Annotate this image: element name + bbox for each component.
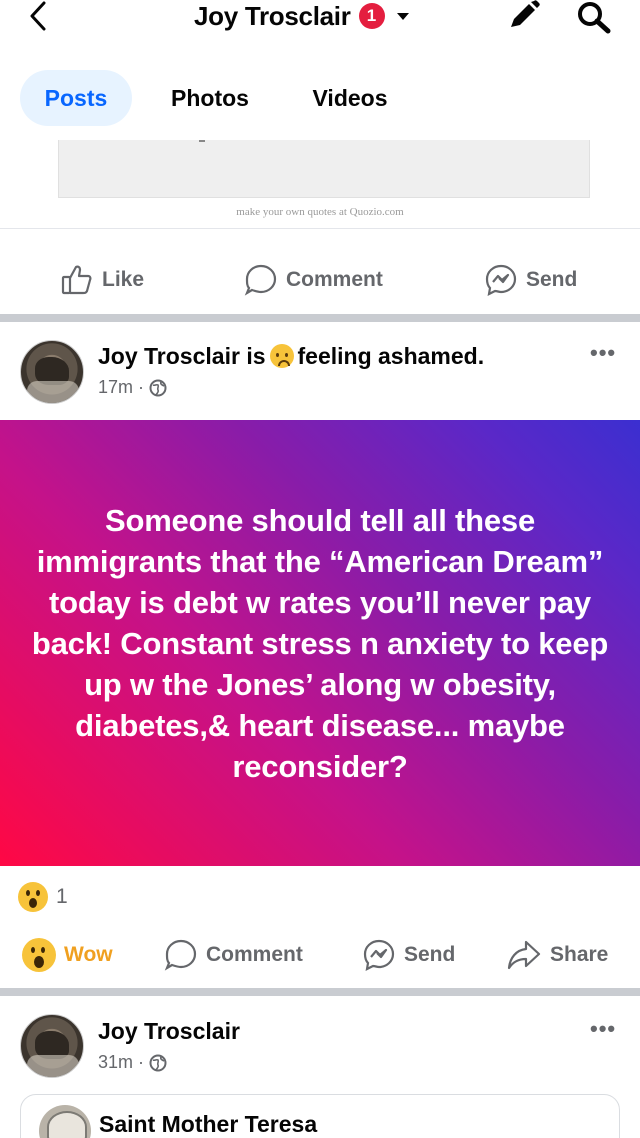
comment-label: Comment (286, 268, 383, 291)
globe-icon (149, 1054, 167, 1071)
tab-posts[interactable]: Posts (20, 70, 132, 126)
globe-icon (149, 379, 167, 396)
reaction-summary[interactable]: 1 (18, 882, 68, 912)
send-button[interactable]: Send (484, 255, 577, 305)
send-button[interactable]: Send (362, 930, 455, 980)
chevron-down-icon (396, 12, 409, 20)
timestamp-text: 31m · (98, 1052, 145, 1072)
wow-button[interactable]: Wow (22, 930, 113, 980)
previous-post-actions: Like Comment Send (0, 255, 640, 305)
back-arrow-icon[interactable] (26, 0, 50, 32)
post-separator (0, 988, 640, 996)
post-body: Someone should tell all these immigrants… (31, 502, 609, 784)
ashamed-emoji-icon (269, 344, 294, 368)
wow-label: Wow (64, 943, 113, 966)
reaction-count: 1 (56, 885, 68, 908)
avatar[interactable] (20, 1014, 84, 1078)
post-author-line: Joy Trosclair is feeling ashamed. (98, 343, 484, 370)
more-options-icon[interactable]: ••• (590, 1016, 616, 1042)
comment-bubble-icon (244, 264, 277, 296)
comment-bubble-icon (164, 939, 197, 971)
thumbs-up-icon (61, 265, 92, 295)
comment-button[interactable]: Comment (244, 255, 383, 305)
post-timestamp[interactable]: 17m · (98, 377, 167, 398)
share-button[interactable]: Share (506, 930, 608, 980)
post-timestamp[interactable]: 31m · (98, 1052, 167, 1073)
profile-title-switcher[interactable]: Joy Trosclair 1 (194, 0, 409, 32)
wow-reaction-icon (22, 938, 56, 972)
comment-label: Comment (206, 943, 303, 966)
messenger-icon (485, 264, 517, 296)
profile-tabs: Posts Photos Videos (0, 70, 640, 126)
share-arrow-icon (507, 940, 541, 970)
profile-title: Joy Trosclair (194, 0, 351, 31)
like-button[interactable]: Like (60, 255, 144, 305)
tab-videos[interactable]: Videos (292, 70, 408, 126)
shared-avatar[interactable] (39, 1105, 91, 1138)
text-post-background[interactable]: Someone should tell all these immigrants… (0, 420, 640, 866)
timestamp-text: 17m · (98, 377, 145, 397)
top-bar: Joy Trosclair 1 (0, 0, 640, 40)
comment-button[interactable]: Comment (164, 930, 303, 980)
edit-pencil-icon[interactable] (506, 0, 542, 32)
post-separator (0, 314, 640, 322)
messenger-icon (363, 939, 395, 971)
send-label: Send (404, 943, 456, 966)
post-author[interactable]: Joy Trosclair (98, 343, 240, 369)
send-label: Send (526, 268, 578, 291)
divider (0, 228, 640, 229)
shared-post-card[interactable]: Saint Mother Teresa (20, 1094, 620, 1138)
tab-photos[interactable]: Photos (148, 70, 272, 126)
notification-badge: 1 (358, 3, 385, 29)
search-icon[interactable] (574, 0, 614, 34)
feeling-text: feeling ashamed. (297, 343, 485, 369)
like-label: Like (102, 268, 145, 291)
previous-post-quote-image[interactable] (58, 140, 590, 198)
is-text: is (246, 343, 266, 369)
avatar[interactable] (20, 340, 84, 404)
quote-credit: make your own quotes at Quozio.com (236, 206, 404, 218)
more-options-icon[interactable]: ••• (590, 340, 616, 366)
share-label: Share (550, 943, 609, 966)
wow-reaction-icon (18, 882, 48, 912)
post-actions: Wow Comment Send Share (0, 930, 640, 980)
post-author[interactable]: Joy Trosclair (98, 1018, 240, 1045)
shared-post-author[interactable]: Saint Mother Teresa (99, 1111, 317, 1138)
